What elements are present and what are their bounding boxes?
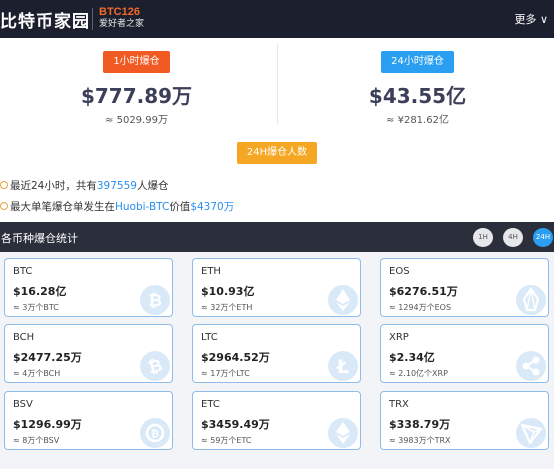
svg-text:₿: ₿: [146, 355, 165, 378]
badge-24h-people: 24H爆仓人数: [236, 142, 318, 164]
coin-card-bch[interactable]: BCH $2477.25万 ≈ 4万个BCH ₿: [4, 324, 173, 383]
svg-text:₿: ₿: [151, 428, 159, 440]
coin-amount: $1296.99万: [13, 418, 82, 431]
coin-symbol: BSV: [13, 399, 33, 410]
litecoin-icon: Ł: [328, 351, 358, 381]
coin-card-ltc[interactable]: LTC $2964.52万 ≈ 17万个LTC Ł: [192, 324, 361, 383]
stat-line-largest: 最大单笔爆仓单发生在Huobi-BTC价值$4370万: [0, 199, 234, 214]
coin-card-bsv[interactable]: BSV $1296.99万 ≈ 8万个BSV ₿: [4, 391, 173, 450]
summary-24h: 24小时爆仓 $43.55亿 ≈ ¥281.62亿: [281, 38, 554, 130]
coin-amount: $6276.51万: [389, 285, 458, 298]
largest-exchange[interactable]: Huobi-BTC: [115, 201, 169, 213]
coin-card-eth[interactable]: ETH $10.93亿 ≈ 32万个ETH: [192, 258, 361, 317]
chevron-down-icon: ∨: [539, 13, 548, 26]
liquidated-count: 397559: [96, 180, 137, 192]
bitcoin-sv-icon: ₿: [140, 418, 170, 448]
coin-count: ≈ 17万个LTC: [201, 369, 250, 378]
bitcoin-icon: ₿: [140, 285, 170, 315]
coin-count: ≈ 2.10亿个XRP: [389, 369, 448, 378]
amount-1h: $777.89万: [80, 84, 193, 108]
more-label: 更多: [514, 13, 537, 26]
info-bullet-icon: [0, 202, 8, 210]
brand-code: BTC126: [99, 6, 140, 18]
coin-card-eos[interactable]: EOS $6276.51万 ≈ 1294万个EOS: [380, 258, 549, 317]
coin-amount: $2964.52万: [201, 351, 270, 364]
tab-24h[interactable]: 24H: [533, 228, 553, 247]
coin-symbol: XRP: [389, 332, 409, 343]
coin-count: ≈ 3万个BTC: [13, 303, 59, 312]
coin-amount: $338.79万: [389, 418, 451, 431]
info-bullet-icon: [0, 181, 8, 189]
largest-value: $4370万: [190, 201, 235, 213]
coin-symbol: BTC: [13, 266, 33, 277]
people-badge-row: 24H爆仓人数: [0, 142, 554, 164]
coin-amount: $16.28亿: [13, 285, 67, 298]
top-bar: 比特币家园 BTC126 爱好者之家 更多 ∨: [0, 0, 554, 38]
coin-count: ≈ 3983万个TRX: [389, 436, 451, 445]
eos-icon: [516, 285, 546, 315]
svg-text:₿: ₿: [148, 291, 162, 311]
coin-count: ≈ 8万个BSV: [13, 436, 60, 445]
coin-amount: $3459.49万: [201, 418, 270, 431]
svg-text:Ł: Ł: [336, 356, 349, 378]
brand-subtitle: BTC126 爱好者之家: [99, 6, 144, 30]
coin-symbol: ETC: [201, 399, 220, 410]
divider: [277, 44, 278, 124]
stat-line-count: 最近24小时，共有397559人爆仓: [0, 178, 168, 193]
site-logo[interactable]: 比特币家园: [0, 7, 90, 32]
coin-amount: $2477.25万: [13, 351, 82, 364]
coin-count: ≈ 59万个ETC: [201, 436, 252, 445]
badge-1h: 1小时爆仓: [103, 51, 170, 73]
ethereum-classic-icon: [328, 418, 358, 448]
tab-4h[interactable]: 4H: [503, 228, 523, 247]
amount-24h-converted: ≈ ¥281.62亿: [386, 115, 449, 126]
summary-1h: 1小时爆仓 $777.89万 ≈ 5029.99万: [0, 38, 273, 130]
coin-symbol: LTC: [201, 332, 218, 343]
coin-grid: BTC $16.28亿 ≈ 3万个BTC ₿ ETH $10.93亿 ≈ 32万…: [0, 252, 554, 469]
coin-amount: $10.93亿: [201, 285, 255, 298]
coin-symbol: ETH: [201, 266, 221, 277]
coin-card-btc[interactable]: BTC $16.28亿 ≈ 3万个BTC ₿: [4, 258, 173, 317]
coin-card-etc[interactable]: ETC $3459.49万 ≈ 59万个ETC: [192, 391, 361, 450]
section-title: 各币种爆仓统计: [1, 232, 78, 245]
coin-card-trx[interactable]: TRX $338.79万 ≈ 3983万个TRX: [380, 391, 549, 450]
coin-card-xrp[interactable]: XRP $2.34亿 ≈ 2.10亿个XRP: [380, 324, 549, 383]
bitcoin-cash-icon: ₿: [140, 351, 170, 381]
brand-tagline: 爱好者之家: [99, 19, 145, 29]
liquidation-summary: 1小时爆仓 $777.89万 ≈ 5029.99万 24小时爆仓 $43.55亿…: [0, 38, 554, 222]
coin-stats-header: 各币种爆仓统计 1H 4H 24H: [0, 222, 554, 252]
ethereum-icon: [328, 285, 358, 315]
coin-count: ≈ 1294万个EOS: [389, 303, 452, 312]
coin-amount: $2.34亿: [389, 351, 435, 364]
tron-icon: [516, 418, 546, 448]
ripple-icon: [516, 351, 546, 381]
tab-1h[interactable]: 1H: [473, 228, 493, 247]
coin-count: ≈ 4万个BCH: [13, 369, 61, 378]
more-menu-button[interactable]: 更多 ∨: [514, 11, 548, 27]
amount-24h: $43.55亿: [368, 84, 467, 108]
amount-1h-converted: ≈ 5029.99万: [105, 115, 168, 126]
coin-symbol: BCH: [13, 332, 35, 343]
coin-symbol: TRX: [389, 399, 409, 410]
logo-divider: [92, 8, 93, 30]
coin-symbol: EOS: [389, 266, 410, 277]
coin-count: ≈ 32万个ETH: [201, 303, 253, 312]
badge-24h: 24小时爆仓: [381, 51, 454, 73]
